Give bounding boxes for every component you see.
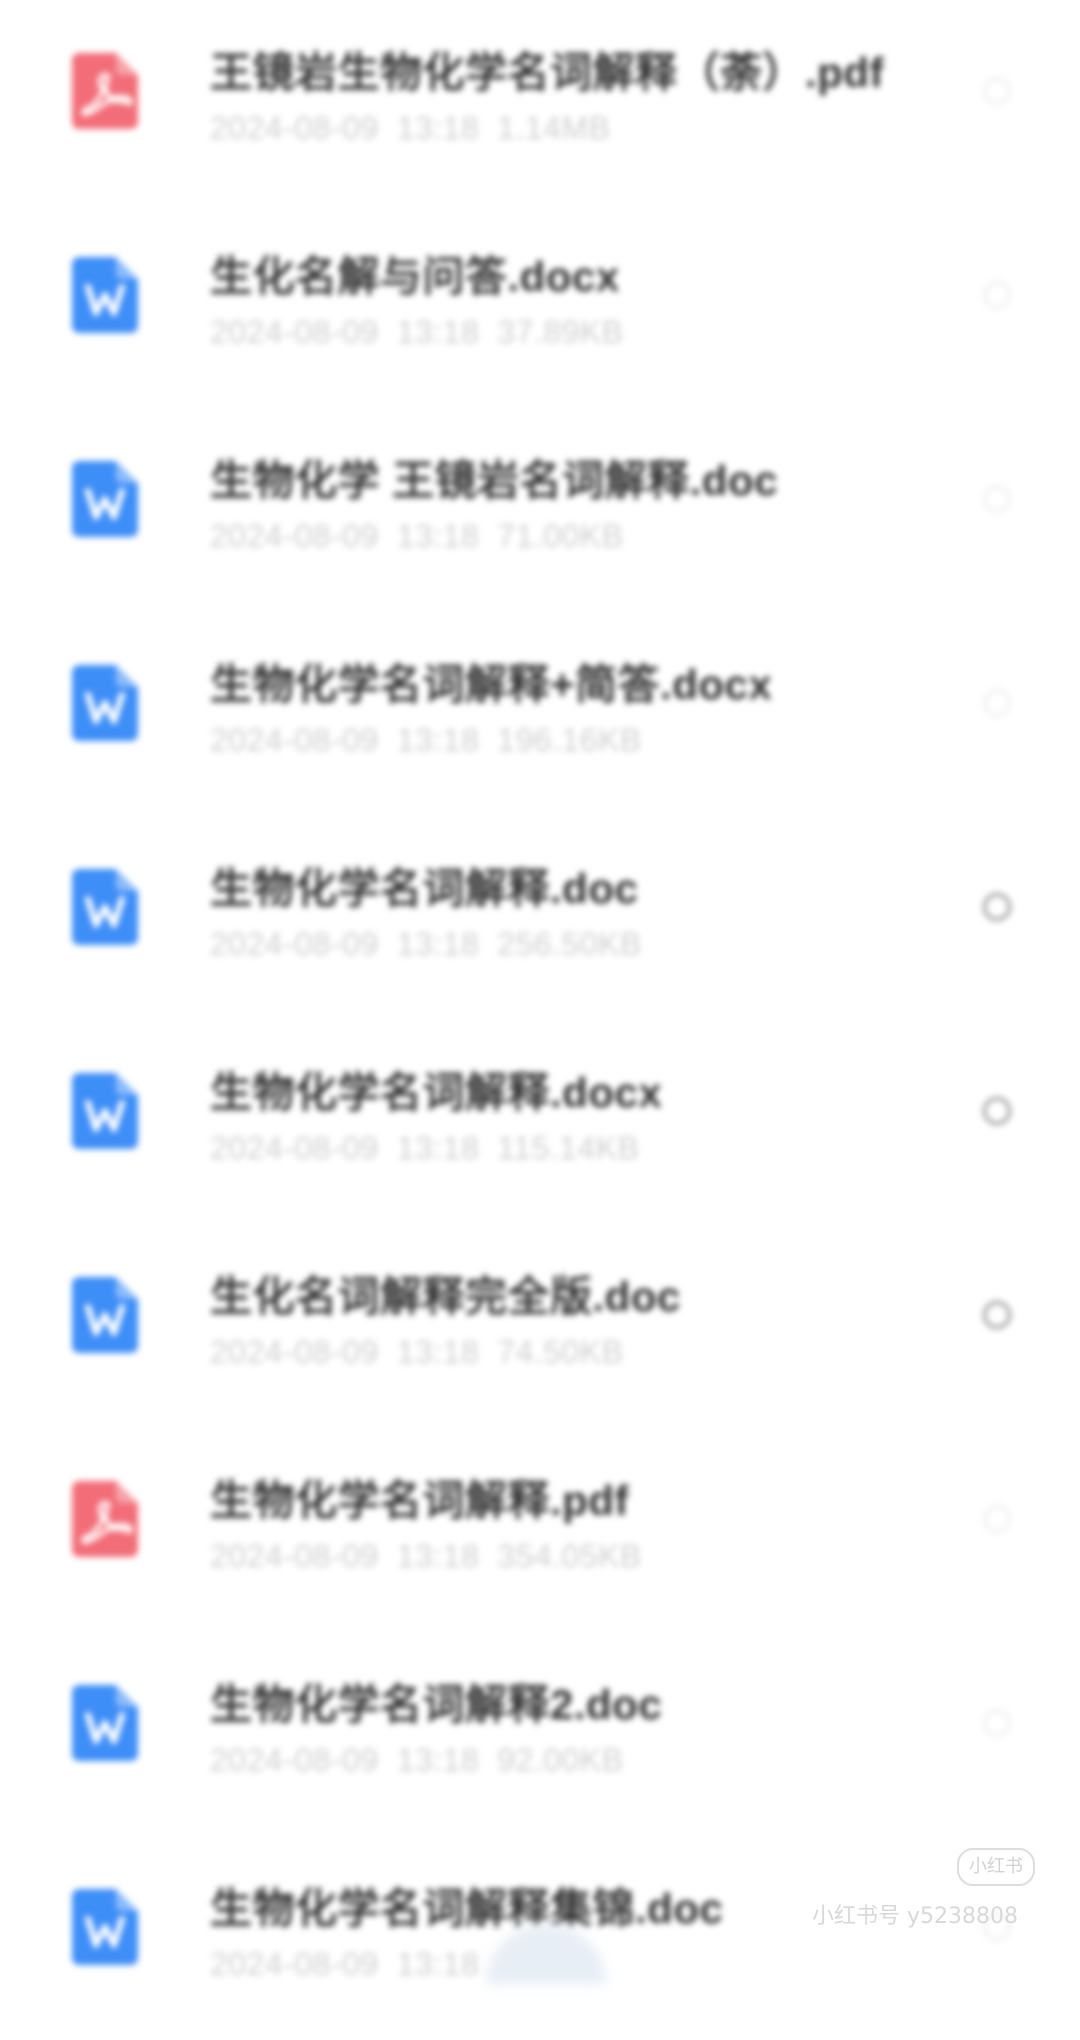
file-size: 71.00KB [497,518,624,554]
file-size: 196.16KB [497,722,642,758]
select-radio[interactable] [983,1097,1011,1125]
file-row[interactable]: 生物化学名词解释+简答.docx 2024-08-09 13:18 196.16KB [0,612,1080,816]
file-name: 生物化学名词解释集锦.doc [210,1885,724,1932]
file-name: 生物化学名词解释.doc [210,865,639,912]
word-doc-icon [72,665,138,741]
word-doc-icon [72,461,138,537]
file-time: 13:18 [396,1130,480,1166]
select-radio[interactable] [983,1709,1011,1737]
file-meta: 2024-08-09 13:18 115.14KB [210,1130,639,1167]
file-row[interactable]: 生化名词解释完全版.doc 2024-08-09 13:18 74.50KB [0,1224,1080,1428]
file-date: 2024-08-09 [210,1946,379,1982]
file-name: 生物化学名词解释.pdf [210,1477,629,1524]
file-time: 13:18 [396,926,480,962]
file-date: 2024-08-09 [210,722,379,758]
file-meta: 2024-08-09 13:18 37.89KB [210,314,624,351]
select-radio[interactable] [983,485,1011,513]
file-time: 13:18 [396,722,480,758]
file-meta: 2024-08-09 13:18 74.50KB [210,1334,624,1371]
file-list: 王镜岩生物化学名词解释（荼）.pdf 2024-08-09 13:18 1.14MB… [0,0,1080,1982]
file-size: 256.50KB [497,926,642,962]
word-doc-icon [72,1685,138,1761]
select-radio[interactable] [983,689,1011,717]
select-radio[interactable] [983,281,1011,309]
file-name: 王镜岩生物化学名词解释（荼）.pdf [210,49,884,96]
watermark-text: 小红书号 y5238808 [812,1904,1018,1929]
file-meta: 2024-08-09 13:18 71.00KB [210,518,624,555]
file-name: 生物化学 王镜岩名词解释.doc [210,457,779,504]
file-meta: 2024-08-09 13:18 256.50KB [210,926,642,963]
file-date: 2024-08-09 [210,1130,379,1166]
select-radio[interactable] [983,77,1011,105]
file-meta: 2024-08-09 13:18 92.00KB [210,1742,624,1779]
file-row[interactable]: 生物化学名词解释2.doc 2024-08-09 13:18 92.00KB [0,1632,1080,1836]
file-name: 生物化学名词解释+简答.docx [210,661,773,708]
file-time: 13:18 [396,314,480,350]
file-date: 2024-08-09 [210,1538,379,1574]
file-row[interactable]: 生物化学名词解释.docx 2024-08-09 13:18 115.14KB [0,1020,1080,1224]
file-date: 2024-08-09 [210,1742,379,1778]
file-date: 2024-08-09 [210,926,379,962]
pdf-icon [72,53,138,129]
file-meta: 2024-08-09 13:18 1.14MB [210,110,611,147]
file-name: 生化名词解释完全版.doc [210,1273,681,1320]
file-name: 生物化学名词解释2.doc [210,1681,663,1728]
pdf-icon [72,1481,138,1557]
file-row[interactable]: 王镜岩生物化学名词解释（荼）.pdf 2024-08-09 13:18 1.14MB [0,0,1080,204]
select-radio[interactable] [983,893,1011,921]
file-time: 13:18 [396,1334,480,1370]
file-size: 1.14MB [497,110,611,146]
word-doc-icon [72,1277,138,1353]
word-doc-icon [72,1889,138,1965]
file-date: 2024-08-09 [210,110,379,146]
file-size: 115.14KB [497,1130,640,1166]
file-name: 生化名解与问答.docx [210,253,620,300]
file-date: 2024-08-09 [210,518,379,554]
file-meta: 2024-08-09 13:18 196.16KB [210,722,642,759]
word-doc-icon [72,1073,138,1149]
file-meta: 2024-08-09 13:18 354.05KB [210,1538,642,1575]
file-row[interactable]: 生物化学 王镜岩名词解释.doc 2024-08-09 13:18 71.00KB [0,408,1080,612]
file-date: 2024-08-09 [210,1334,379,1370]
file-size: 92.00KB [497,1742,624,1778]
select-radio[interactable] [983,1301,1011,1329]
word-doc-icon [72,257,138,333]
select-radio[interactable] [983,1505,1011,1533]
file-time: 13:18 [396,518,480,554]
file-row[interactable]: 生物化学名词解释.pdf 2024-08-09 13:18 354.05KB [0,1428,1080,1632]
file-meta: 2024-08-09 13:18 [210,1946,497,1983]
file-size: 37.89KB [497,314,624,350]
file-time: 13:18 [396,110,480,146]
file-row[interactable]: 生物化学名词解释.doc 2024-08-09 13:18 256.50KB [0,816,1080,1020]
file-date: 2024-08-09 [210,314,379,350]
file-time: 13:18 [396,1538,480,1574]
file-time: 13:18 [396,1946,480,1982]
file-size: 74.50KB [497,1334,624,1370]
file-time: 13:18 [396,1742,480,1778]
file-row[interactable]: 生化名解与问答.docx 2024-08-09 13:18 37.89KB [0,204,1080,408]
file-size: 354.05KB [497,1538,642,1574]
file-name: 生物化学名词解释.docx [210,1069,663,1116]
watermark-logo: 小红书 [957,1848,1035,1886]
word-doc-icon [72,869,138,945]
